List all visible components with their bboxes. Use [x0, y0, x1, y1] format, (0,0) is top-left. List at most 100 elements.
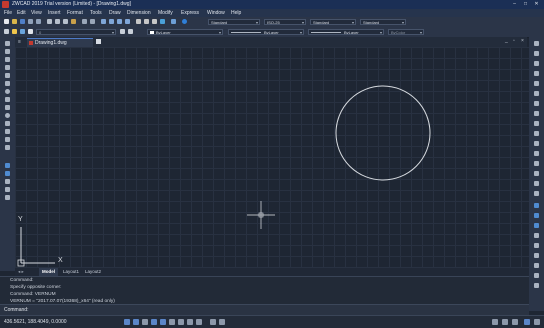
table-icon[interactable]: [5, 187, 10, 192]
zoom-realtime-icon[interactable]: [109, 19, 114, 24]
new-icon[interactable]: [4, 19, 9, 24]
stretch-icon[interactable]: [534, 121, 539, 126]
scale-icon[interactable]: [534, 111, 539, 116]
properties-icon[interactable]: [136, 19, 141, 24]
orbit-icon[interactable]: [534, 263, 539, 268]
sun-icon[interactable]: [20, 29, 25, 34]
calculator-icon[interactable]: [160, 19, 165, 24]
menu-tools[interactable]: Tools: [90, 10, 102, 16]
ortho-mode-icon[interactable]: [142, 319, 148, 325]
close-button[interactable]: ✕: [532, 1, 541, 7]
offset-icon[interactable]: [534, 71, 539, 76]
gradient-icon[interactable]: [5, 171, 10, 176]
menu-express[interactable]: Express: [181, 10, 199, 16]
tool-palettes-icon[interactable]: [152, 19, 157, 24]
workspace-icon[interactable]: [492, 319, 498, 325]
paste-icon[interactable]: [63, 19, 68, 24]
ellipse-icon[interactable]: [5, 113, 10, 118]
copy-object-icon[interactable]: [534, 51, 539, 56]
gear-icon[interactable]: [524, 319, 530, 325]
region-icon[interactable]: [5, 179, 10, 184]
drawn-circle[interactable]: [335, 85, 431, 181]
polar-tracking-icon[interactable]: [151, 319, 157, 325]
dimension-icon[interactable]: [534, 223, 539, 228]
layer-color-swatch-icon[interactable]: [28, 29, 33, 34]
render-icon[interactable]: [534, 273, 539, 278]
design-center-icon[interactable]: [144, 19, 149, 24]
open-icon[interactable]: [12, 19, 17, 24]
revcloud-icon[interactable]: [5, 97, 10, 102]
maximize-button[interactable]: □: [521, 1, 530, 7]
array-icon[interactable]: [534, 81, 539, 86]
tab-restore-button[interactable]: ▫: [513, 38, 515, 44]
menu-window[interactable]: Window: [207, 10, 225, 16]
multileader-style-select[interactable]: Standard ▾: [360, 19, 406, 25]
grid-mode-icon[interactable]: [133, 319, 139, 325]
linetype-select[interactable]: ByLayer ▾: [228, 29, 304, 35]
color-select[interactable]: ByLayer ▾: [147, 29, 223, 35]
menu-dimension[interactable]: Dimension: [127, 10, 151, 16]
print-icon[interactable]: [28, 19, 33, 24]
tab-menu-icon[interactable]: ≡: [18, 39, 21, 45]
snap-icon[interactable]: [534, 203, 539, 208]
object-snap-tracking-icon[interactable]: [169, 319, 175, 325]
save-icon[interactable]: [20, 19, 25, 24]
table-style-select[interactable]: Standard ▾: [310, 19, 356, 25]
mirror-icon[interactable]: [534, 61, 539, 66]
settings-icon[interactable]: [534, 283, 539, 288]
menu-view[interactable]: View: [31, 10, 42, 16]
inquiry-icon[interactable]: [534, 233, 539, 238]
preview-icon[interactable]: [36, 19, 41, 24]
zwcad-online-icon[interactable]: [182, 19, 187, 24]
dim-style-select[interactable]: ISO-25 ▾: [264, 19, 306, 25]
move-icon[interactable]: [534, 91, 539, 96]
dynamic-input-icon[interactable]: [187, 319, 193, 325]
copy-icon[interactable]: [55, 19, 60, 24]
dynamic-ucs-icon[interactable]: [178, 319, 184, 325]
annotation-scale-icon[interactable]: [219, 319, 225, 325]
osnap-icon[interactable]: [534, 213, 539, 218]
redo-icon[interactable]: [90, 19, 95, 24]
fillet-icon[interactable]: [534, 181, 539, 186]
object-snap-icon[interactable]: [160, 319, 166, 325]
make-block-icon[interactable]: [5, 137, 10, 142]
cut-icon[interactable]: [47, 19, 52, 24]
menu-file[interactable]: File: [4, 10, 12, 16]
layer-select[interactable]: 0 ▾: [36, 29, 116, 35]
break-icon[interactable]: [534, 151, 539, 156]
chamfer-icon[interactable]: [534, 171, 539, 176]
zoom-previous-icon[interactable]: [125, 19, 130, 24]
layer-previous-icon[interactable]: [128, 29, 133, 34]
menu-help[interactable]: Help: [231, 10, 241, 16]
plot-style-select[interactable]: ByColor ▾: [388, 29, 424, 35]
tab-close-button[interactable]: ×: [521, 38, 524, 44]
lineweight-toggle-icon[interactable]: [196, 319, 202, 325]
snap-mode-icon[interactable]: [124, 319, 130, 325]
spline-icon[interactable]: [5, 105, 10, 110]
menu-modify[interactable]: Modify: [158, 10, 173, 16]
insert-block-icon[interactable]: [5, 129, 10, 134]
point-icon[interactable]: [5, 145, 10, 150]
view-icon[interactable]: [534, 243, 539, 248]
zoom-window-icon[interactable]: [117, 19, 122, 24]
menu-edit[interactable]: Edit: [17, 10, 26, 16]
tab-layout1[interactable]: Layout1: [60, 268, 82, 276]
arc-icon[interactable]: [5, 81, 10, 86]
menu-insert[interactable]: Insert: [48, 10, 61, 16]
extend-icon[interactable]: [534, 141, 539, 146]
layout-nav-arrows[interactable]: ◂ ▸: [15, 268, 27, 276]
menu-draw[interactable]: Draw: [109, 10, 121, 16]
polygon-icon[interactable]: [5, 65, 10, 70]
mtext-icon[interactable]: [5, 195, 10, 200]
ellipse-arc-icon[interactable]: [5, 121, 10, 126]
match-properties-icon[interactable]: [71, 19, 76, 24]
tab-model[interactable]: Model: [39, 268, 58, 276]
tab-minimize-button[interactable]: _: [505, 38, 508, 44]
pan-icon[interactable]: [101, 19, 106, 24]
bulb-icon[interactable]: [12, 29, 17, 34]
model-space-icon[interactable]: [210, 319, 216, 325]
rotate-icon[interactable]: [534, 101, 539, 106]
status-menu-icon[interactable]: [534, 319, 540, 325]
text-style-select[interactable]: Standard ▾: [208, 19, 260, 25]
xline-icon[interactable]: [5, 49, 10, 54]
